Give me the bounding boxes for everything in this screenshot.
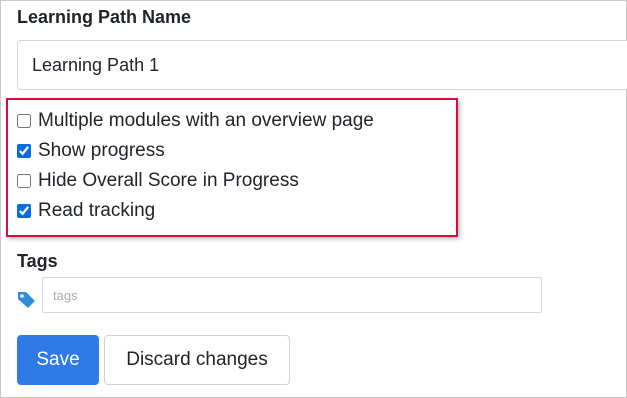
learning-path-name-input[interactable] bbox=[17, 40, 627, 90]
show-progress-checkbox[interactable] bbox=[17, 144, 31, 158]
hide-overall-score-label: Hide Overall Score in Progress bbox=[38, 170, 299, 191]
option-show-progress[interactable]: Show progress bbox=[17, 139, 165, 163]
option-read-tracking[interactable]: Read tracking bbox=[17, 199, 155, 223]
tags-label: Tags bbox=[17, 251, 58, 271]
tag-icon bbox=[17, 291, 37, 309]
tags-input[interactable] bbox=[42, 277, 542, 313]
hide-overall-score-checkbox[interactable] bbox=[17, 174, 31, 188]
settings-panel: Learning Path Name Multiple modules with… bbox=[0, 0, 627, 398]
read-tracking-checkbox[interactable] bbox=[17, 204, 31, 218]
multiple-modules-checkbox[interactable] bbox=[17, 114, 31, 128]
show-progress-label: Show progress bbox=[38, 140, 165, 161]
discard-changes-button[interactable]: Discard changes bbox=[104, 335, 290, 385]
multiple-modules-label: Multiple modules with an overview page bbox=[38, 110, 374, 131]
option-multiple-modules[interactable]: Multiple modules with an overview page bbox=[17, 109, 374, 133]
read-tracking-label: Read tracking bbox=[38, 200, 156, 221]
option-hide-overall-score[interactable]: Hide Overall Score in Progress bbox=[17, 169, 299, 193]
learning-path-name-label: Learning Path Name bbox=[17, 7, 192, 27]
save-button[interactable]: Save bbox=[17, 335, 99, 385]
